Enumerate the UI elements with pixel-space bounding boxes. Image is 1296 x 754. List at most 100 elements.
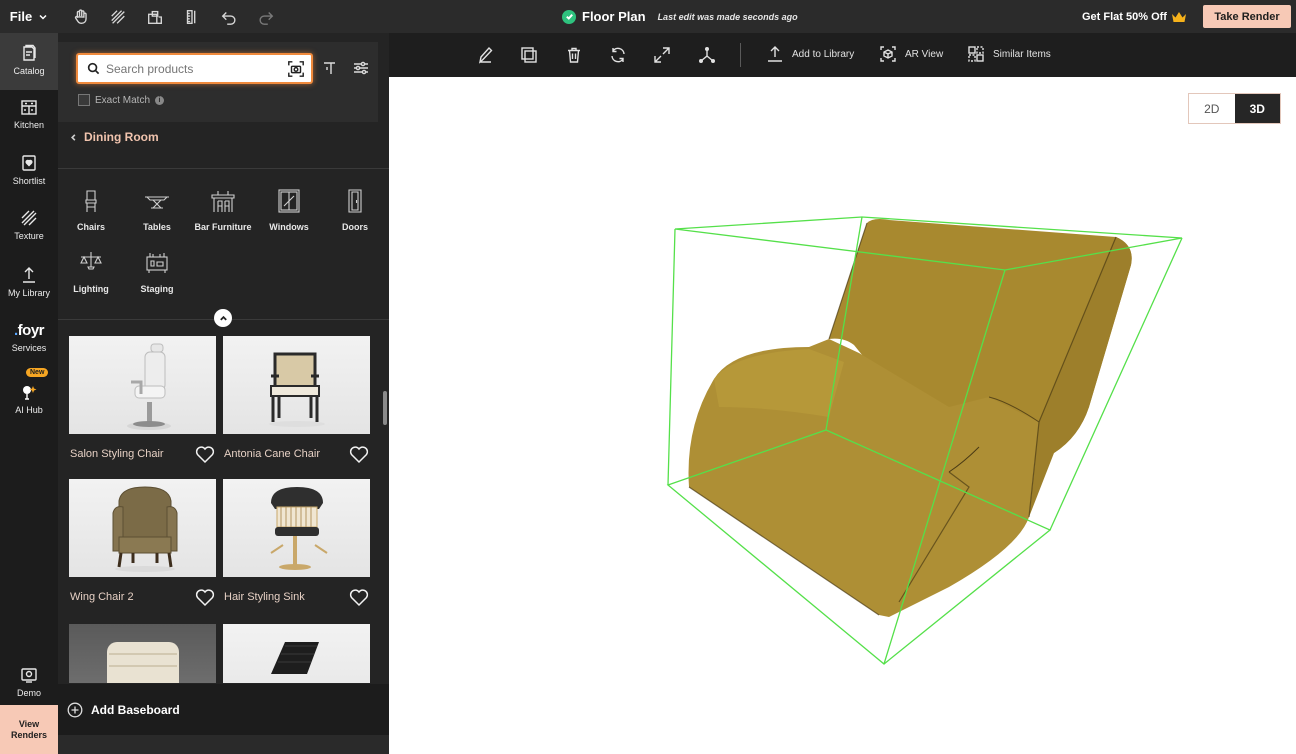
promo-offer[interactable]: Get Flat 50% Off — [1082, 0, 1187, 33]
category-chairs[interactable]: Chairs — [58, 187, 124, 232]
search-area: Exact Match i — [58, 42, 378, 122]
product-list: Salon Styling Chair Antonia Cane Chair W… — [58, 336, 389, 683]
product-thumbnail[interactable] — [223, 624, 370, 683]
wing-chair-image — [112, 486, 178, 572]
project-title[interactable]: Floor Plan — [582, 9, 646, 24]
rail-label-kitchen: Kitchen — [13, 120, 45, 130]
ruler-icon — [186, 9, 195, 24]
category-tables[interactable]: Tables — [124, 187, 190, 232]
rail-item-services[interactable]: .foyr Services — [0, 322, 58, 370]
search-input[interactable] — [106, 61, 276, 76]
favorite-button[interactable] — [348, 586, 370, 608]
rotate-icon — [611, 47, 625, 63]
product-card[interactable]: Wing Chair 2 — [69, 479, 216, 617]
delete-button[interactable] — [565, 46, 583, 64]
rail-item-kitchen[interactable]: Kitchen — [0, 97, 58, 145]
category-windows[interactable]: Windows — [256, 187, 322, 232]
trash-icon — [568, 47, 580, 63]
3d-scene[interactable] — [389, 77, 1296, 754]
upload-icon — [23, 267, 35, 283]
door-icon — [348, 189, 362, 213]
staging-icon — [146, 253, 168, 273]
heart-icon — [195, 446, 215, 464]
panel-scrollbar[interactable] — [383, 391, 387, 425]
category-doors[interactable]: Doors — [322, 187, 388, 232]
chevron-down-icon — [39, 14, 47, 20]
favorite-button[interactable] — [194, 443, 216, 465]
rail-item-my-library[interactable]: My Library — [0, 265, 58, 313]
hatch-pattern-button[interactable] — [99, 0, 136, 33]
last-edit-status: Last edit was made seconds ago — [657, 11, 798, 22]
similar-items-button[interactable]: Similar Items — [967, 45, 1051, 63]
breadcrumb[interactable]: Dining Room — [69, 130, 159, 144]
rail-item-ai-hub[interactable]: New AI Hub — [0, 368, 58, 428]
add-baseboard-button[interactable]: Add Baseboard — [58, 684, 389, 735]
rail-label-shortlist: Shortlist — [12, 176, 46, 186]
similar-items-label: Similar Items — [993, 48, 1051, 60]
sort-icon — [324, 62, 335, 74]
table-icon — [145, 196, 169, 209]
product-card[interactable]: Salon Styling Chair — [69, 336, 216, 474]
product-card[interactable] — [223, 624, 370, 683]
left-rail: Catalog Kitchen Shortlist Texture My Lib… — [0, 33, 58, 754]
axis-gizmo-button[interactable] — [698, 46, 716, 64]
kitchen-icon — [21, 100, 37, 115]
breadcrumb-label: Dining Room — [84, 130, 159, 144]
camera-scan-icon — [288, 61, 304, 77]
ar-view-button[interactable]: AR View — [879, 45, 943, 63]
category-staging[interactable]: Staging — [124, 249, 190, 294]
rail-label-texture: Texture — [14, 231, 44, 241]
heart-icon — [349, 589, 369, 607]
rail-item-demo[interactable]: Demo — [0, 665, 58, 705]
rail-item-catalog[interactable]: Catalog — [0, 33, 58, 90]
resize-button[interactable] — [653, 46, 671, 64]
product-card[interactable]: Antonia Cane Chair — [223, 336, 370, 474]
product-thumbnail-hair-sink[interactable] — [223, 479, 370, 577]
duplicate-button[interactable] — [520, 46, 538, 64]
rail-item-texture[interactable]: Texture — [0, 208, 58, 256]
view-2d-button[interactable]: 2D — [1189, 94, 1235, 123]
visual-search-button[interactable] — [287, 60, 305, 78]
ai-hub-icon — [23, 386, 37, 400]
file-menu[interactable]: File — [0, 0, 58, 33]
product-thumbnail-cane-chair[interactable] — [223, 336, 370, 434]
favorite-button[interactable] — [194, 586, 216, 608]
rail-label-my-library: My Library — [7, 288, 50, 298]
search-box[interactable] — [76, 53, 313, 84]
ar-view-label: AR View — [905, 48, 944, 60]
category-lighting[interactable]: Lighting — [58, 249, 124, 294]
info-icon[interactable]: i — [155, 95, 165, 105]
collapse-categories-button[interactable] — [214, 309, 232, 327]
product-card[interactable] — [69, 624, 216, 683]
redo-button[interactable] — [247, 0, 284, 33]
redo-icon — [258, 11, 273, 25]
cane-chair-image — [269, 352, 325, 427]
exact-match-option[interactable]: Exact Match i — [78, 94, 165, 106]
3d-viewport[interactable]: 2D 3D — [389, 77, 1296, 754]
rail-item-shortlist[interactable]: Shortlist — [0, 153, 58, 201]
exact-match-checkbox[interactable] — [78, 94, 90, 106]
edit-button[interactable] — [476, 46, 494, 64]
product-thumbnail-wing-chair[interactable] — [69, 479, 216, 577]
filter-button[interactable] — [353, 60, 369, 76]
canvas-toolbar: Add to Library AR View Similar Items — [389, 33, 1296, 77]
product-card[interactable]: Hair Styling Sink — [223, 479, 370, 617]
hand-icon — [74, 8, 87, 24]
view-3d-button[interactable]: 3D — [1234, 94, 1280, 123]
promo-text: Get Flat 50% Off — [1082, 10, 1167, 23]
category-bar-furniture[interactable]: Bar Furniture — [190, 187, 256, 232]
take-render-button[interactable]: Take Render — [1203, 5, 1291, 28]
ruler-button[interactable] — [173, 0, 210, 33]
layers-button[interactable] — [136, 0, 173, 33]
pan-hand-button[interactable] — [62, 0, 99, 33]
product-thumbnail[interactable] — [69, 624, 216, 683]
rotate-button[interactable] — [609, 46, 627, 64]
add-to-library-button[interactable]: Add to Library — [766, 45, 854, 63]
undo-button[interactable] — [210, 0, 247, 33]
rail-label-ai-hub: AI Hub — [15, 405, 43, 415]
favorite-button[interactable] — [348, 443, 370, 465]
upload-icon — [768, 46, 782, 62]
view-renders-button[interactable]: View Renders — [0, 705, 58, 754]
product-thumbnail-salon-chair[interactable] — [69, 336, 216, 434]
sort-button[interactable] — [322, 60, 338, 76]
